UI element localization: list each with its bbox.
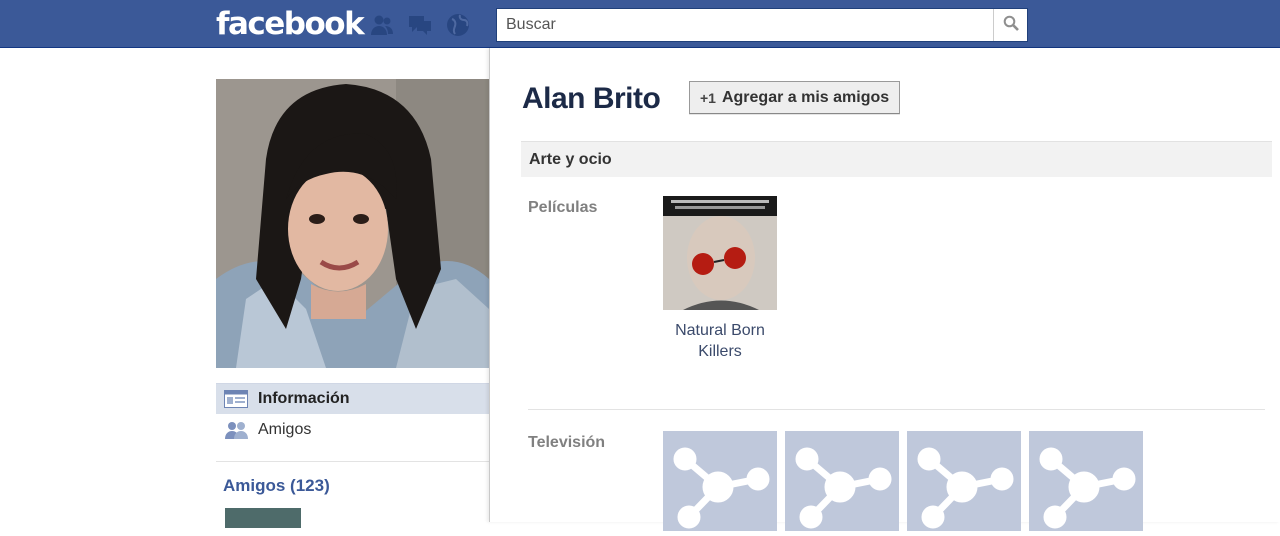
divider bbox=[216, 461, 489, 462]
nav-item-label: Amigos bbox=[258, 420, 312, 438]
movies-label: Películas bbox=[528, 199, 598, 216]
friend-requests-icon[interactable] bbox=[367, 12, 397, 38]
profile-nav: Información Amigos bbox=[216, 383, 489, 445]
profile-picture[interactable] bbox=[216, 79, 489, 368]
friends-header[interactable]: Amigos (123) bbox=[216, 476, 489, 496]
tv-placeholder-tile[interactable] bbox=[1029, 431, 1143, 531]
tv-items bbox=[663, 431, 1143, 531]
search-input[interactable] bbox=[497, 9, 994, 41]
tv-label: Televisión bbox=[528, 434, 606, 451]
facebook-logo[interactable]: facebook bbox=[216, 6, 365, 42]
add-friend-button[interactable]: +1 Agregar a mis amigos bbox=[689, 81, 901, 114]
notification-jewels bbox=[367, 12, 473, 38]
page-placeholder-icon bbox=[917, 447, 1014, 529]
movie-thumbnail[interactable] bbox=[663, 196, 777, 310]
divider bbox=[528, 409, 1265, 410]
friend-thumbnail[interactable] bbox=[225, 508, 301, 528]
nav-item-amigos[interactable]: Amigos bbox=[216, 414, 489, 445]
search-icon bbox=[1003, 15, 1019, 36]
left-column: Información Amigos Amigos (123) bbox=[216, 79, 489, 528]
tv-placeholder-tile[interactable] bbox=[785, 431, 899, 531]
page-placeholder-icon bbox=[1039, 447, 1136, 529]
movie-title[interactable]: Natural Born Killers bbox=[660, 320, 780, 362]
messages-icon[interactable] bbox=[405, 12, 435, 38]
top-navigation-bar: facebook bbox=[0, 0, 1280, 48]
nav-item-informacion[interactable]: Información bbox=[216, 383, 489, 414]
profile-info-panel: Alan Brito +1 Agregar a mis amigos Arte … bbox=[489, 48, 1280, 531]
search-button[interactable] bbox=[993, 9, 1027, 41]
page-placeholder-icon bbox=[795, 447, 892, 529]
section-title: Arte y ocio bbox=[521, 141, 1272, 177]
tv-placeholder-tile[interactable] bbox=[907, 431, 1021, 531]
info-icon bbox=[224, 390, 250, 408]
friends-icon bbox=[224, 421, 250, 439]
add-friend-icon: +1 bbox=[700, 89, 716, 106]
search-box bbox=[496, 8, 1028, 42]
add-friend-label: Agregar a mis amigos bbox=[721, 88, 890, 106]
profile-name: Alan Brito bbox=[522, 82, 661, 115]
tv-placeholder-tile[interactable] bbox=[663, 431, 777, 531]
notifications-globe-icon[interactable] bbox=[443, 12, 473, 38]
nav-item-label: Información bbox=[258, 390, 350, 407]
page-placeholder-icon bbox=[673, 447, 770, 529]
